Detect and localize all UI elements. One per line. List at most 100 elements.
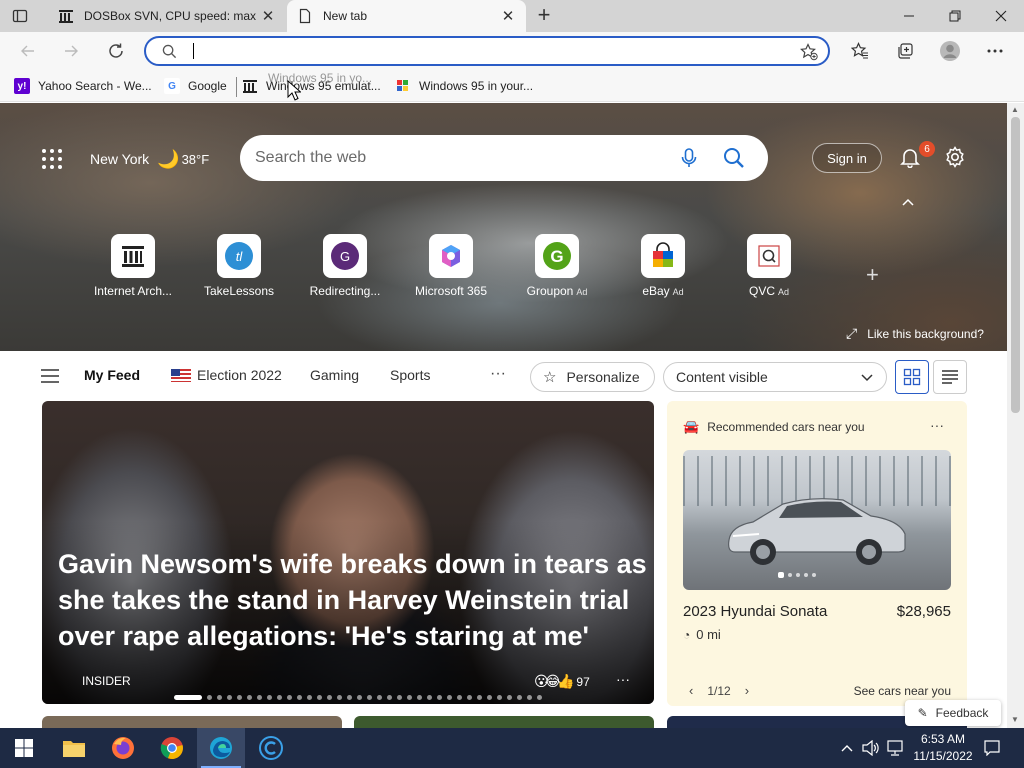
feedback-button[interactable]: ✎ Feedback [905,700,1001,726]
settings-menu-button[interactable] [983,39,1007,63]
action-center-button[interactable] [980,728,1004,768]
carousel-dot[interactable] [437,694,442,700]
hamburger-menu-icon[interactable] [41,369,59,383]
gear-icon[interactable] [944,146,966,168]
profile-button[interactable] [938,39,962,63]
tab-actions-icon[interactable] [12,8,28,24]
see-cars-link[interactable]: See cars near you [854,684,951,698]
content-visibility-select[interactable]: Content visible [663,362,887,392]
carousel-dot[interactable] [517,694,522,700]
favorites-button[interactable] [848,39,872,63]
taskbar-firefox[interactable] [99,728,147,768]
carousel-dot[interactable] [387,694,392,700]
start-button[interactable] [0,728,48,768]
carousel-dot[interactable] [257,694,262,700]
tile-redirecting[interactable]: G Redirecting... [292,234,398,298]
carousel-dot[interactable] [207,694,212,700]
carousel-dot[interactable] [337,694,342,700]
restore-button[interactable] [932,0,978,32]
carousel-dot[interactable] [407,694,412,700]
favorite-windows95-in-your[interactable]: Windows 95 in your... [395,76,533,96]
carousel-dot[interactable] [427,694,432,700]
chevron-right-icon[interactable]: › [745,683,749,698]
tile-groupon[interactable]: G Groupon Ad [504,234,610,298]
close-tab-icon[interactable]: ✕ [260,8,276,25]
address-input[interactable] [192,41,772,61]
story-source[interactable]: INSIDER [82,674,131,688]
carousel-dot[interactable] [174,694,202,700]
carousel-dot[interactable] [247,694,252,700]
card-more-options-button[interactable]: ··· [930,417,944,433]
scroll-down-icon[interactable]: ▼ [1011,715,1019,724]
carousel-dot[interactable] [347,694,352,700]
weather-widget[interactable]: New York 🌙 38°F [90,149,209,169]
carousel-dot[interactable] [287,694,292,700]
carousel-dot[interactable] [237,694,242,700]
new-tab-button[interactable]: + [534,4,554,26]
close-tab-icon[interactable]: ✕ [500,8,516,25]
tab-my-feed[interactable]: My Feed [84,367,140,383]
tab-new-tab[interactable]: New tab ✕ [287,0,526,32]
carousel-dot[interactable] [307,694,312,700]
carousel-dot[interactable] [297,694,302,700]
chevron-up-icon[interactable] [900,196,916,208]
add-favorite-icon[interactable] [800,43,818,61]
carousel-dot[interactable] [537,694,542,700]
web-search-input[interactable] [255,147,665,169]
carousel-dot[interactable] [507,694,512,700]
carousel-dot[interactable] [357,694,362,700]
carousel-dot[interactable] [487,694,492,700]
tile-ebay[interactable]: eBay Ad [610,234,716,298]
carousel-dot[interactable] [457,694,462,700]
taskbar-file-explorer[interactable] [50,728,98,768]
carousel-dot[interactable] [397,694,402,700]
carousel-dot[interactable] [217,694,222,700]
top-story-card[interactable]: Gavin Newsom's wife breaks down in tears… [42,401,654,704]
taskbar-chrome[interactable] [148,728,196,768]
personalize-button[interactable]: ☆ Personalize [530,362,655,392]
grid-view-button[interactable] [895,360,929,394]
like-background-link[interactable]: ⤢ Like this background? [846,325,984,342]
back-button[interactable] [16,39,40,63]
tab-election-2022[interactable]: Election 2022 [171,367,282,383]
microphone-icon[interactable] [678,147,700,169]
close-window-button[interactable] [978,0,1024,32]
chevron-left-icon[interactable]: ‹ [689,683,693,698]
reactions[interactable]: 😮😂👍 97 [534,673,590,690]
search-icon[interactable] [722,146,746,170]
sign-in-button[interactable]: Sign in [812,143,882,173]
carousel-dot[interactable] [227,694,232,700]
show-hidden-icons-button[interactable] [838,728,856,768]
apps-launcher-icon[interactable] [41,148,63,170]
tab-dosbox[interactable]: DOSBox SVN, CPU speed: max 1 ✕ [48,0,286,32]
tile-internet-archive[interactable]: Internet Arch... [80,234,186,298]
photo-carousel-dots[interactable] [778,572,816,578]
more-categories-button[interactable]: ··· [490,365,506,383]
carousel-dot[interactable] [367,694,372,700]
add-shortcut-button[interactable]: + [866,262,879,288]
favorite-google[interactable]: G Google [164,76,227,96]
recommended-cars-card[interactable]: 🚘 Recommended cars near you ··· 2023 Hyu… [667,401,967,706]
story-headline[interactable]: Gavin Newsom's wife breaks down in tears… [58,546,648,654]
network-button[interactable] [884,728,906,768]
scrollbar-thumb[interactable] [1011,117,1020,413]
carousel-dot[interactable] [277,694,282,700]
tab-sports[interactable]: Sports [390,367,430,383]
tab-gaming[interactable]: Gaming [310,367,359,383]
carousel-dot[interactable] [467,694,472,700]
carousel-dot[interactable] [317,694,322,700]
carousel-dot[interactable] [267,694,272,700]
carousel-dot[interactable] [327,694,332,700]
car-photo[interactable] [683,450,951,590]
car-model[interactable]: 2023 Hyundai Sonata [683,603,827,620]
refresh-button[interactable] [104,39,128,63]
carousel-dot[interactable] [377,694,382,700]
carousel-dot[interactable] [477,694,482,700]
carousel-dot[interactable] [497,694,502,700]
favorite-yahoo[interactable]: y! Yahoo Search - We... [14,76,152,96]
carousel-dot[interactable] [527,694,532,700]
notifications-bell-icon[interactable] [899,146,921,168]
taskbar-ccleaner[interactable] [247,728,295,768]
page-scrollbar[interactable]: ▲ ▼ [1007,103,1024,728]
system-clock[interactable]: 6:53 AM 11/15/2022 [912,731,974,765]
